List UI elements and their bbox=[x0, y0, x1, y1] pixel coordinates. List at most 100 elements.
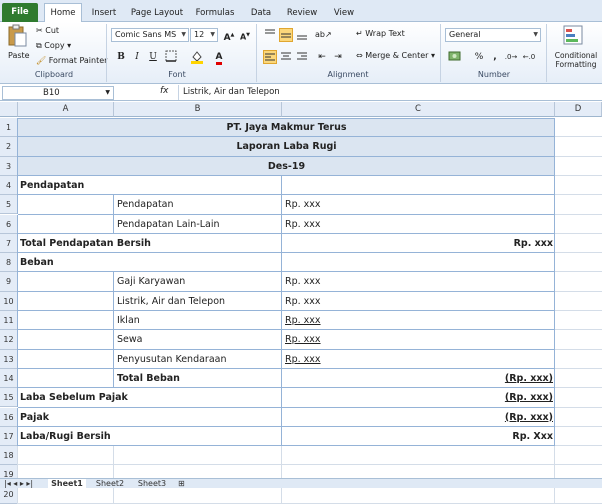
row-header[interactable]: 15 bbox=[0, 388, 18, 408]
row-header[interactable]: 7 bbox=[0, 233, 18, 254]
row-header[interactable]: 12 bbox=[0, 330, 18, 350]
row-header[interactable]: 2 bbox=[0, 137, 18, 157]
tab-home[interactable]: Home bbox=[44, 3, 82, 23]
grid-line bbox=[17, 233, 18, 254]
cell-c[interactable]: Rp. xxx bbox=[285, 292, 553, 311]
tab-review[interactable]: Review bbox=[284, 4, 320, 22]
merged-title-cell[interactable]: Laporan Laba Rugi bbox=[18, 137, 555, 156]
row-header[interactable]: 5 bbox=[0, 195, 18, 215]
row-header[interactable]: 6 bbox=[0, 214, 18, 234]
tab-formulas[interactable]: Formulas bbox=[194, 4, 236, 22]
align-top-icon[interactable] bbox=[263, 28, 277, 42]
shrink-font-button[interactable]: A▼ bbox=[238, 28, 252, 42]
cell-c[interactable]: Rp. xxx bbox=[285, 272, 553, 291]
column-header-b[interactable]: B bbox=[114, 102, 282, 117]
row-header[interactable]: 3 bbox=[0, 156, 18, 176]
font-color-icon[interactable]: A bbox=[212, 50, 226, 65]
increase-indent-icon[interactable]: ⇥ bbox=[331, 50, 345, 64]
row-header[interactable]: 14 bbox=[0, 368, 18, 389]
cell-c[interactable]: Rp. Xxx bbox=[284, 427, 553, 446]
cell-b[interactable]: Total Beban bbox=[117, 369, 280, 388]
name-box[interactable]: B10 ▼ bbox=[2, 86, 114, 100]
wrap-text-button[interactable]: ↵ Wrap Text bbox=[356, 29, 405, 38]
tab-file[interactable]: File bbox=[2, 3, 38, 22]
border-icon[interactable] bbox=[164, 50, 178, 64]
cell-b[interactable]: Penyusutan Kendaraan bbox=[117, 350, 280, 369]
align-right-icon[interactable] bbox=[295, 50, 309, 64]
format-painter-button[interactable]: 🖌 Format Painter bbox=[36, 56, 107, 65]
row-header[interactable]: 13 bbox=[0, 349, 18, 369]
cell-c[interactable]: Rp. xxx bbox=[284, 234, 553, 253]
chevron-down-icon: ▼ bbox=[533, 31, 538, 38]
cell-b[interactable]: Listrik, Air dan Telepon bbox=[117, 292, 280, 311]
cell-a[interactable]: Total Pendapatan Bersih bbox=[20, 234, 280, 253]
row-header[interactable]: 4 bbox=[0, 175, 18, 196]
cell-a[interactable]: Pendapatan bbox=[20, 176, 280, 195]
fill-color-icon[interactable] bbox=[190, 50, 204, 64]
decrease-indent-icon[interactable]: ⇤ bbox=[315, 50, 329, 64]
row-header[interactable]: 11 bbox=[0, 311, 18, 331]
row-header[interactable]: 8 bbox=[0, 253, 18, 273]
align-left-icon[interactable] bbox=[263, 50, 277, 64]
cell-b[interactable]: Gaji Karyawan bbox=[117, 272, 280, 291]
cell-a[interactable]: Pajak bbox=[20, 408, 280, 427]
cell-c[interactable]: (Rp. xxx) bbox=[284, 388, 553, 407]
select-all-corner[interactable] bbox=[0, 102, 18, 117]
cell-b[interactable]: Pendapatan Lain-Lain bbox=[117, 215, 280, 234]
copy-button[interactable]: ⧉ Copy ▾ bbox=[36, 41, 71, 51]
cell-c[interactable]: Rp. xxx bbox=[285, 350, 553, 369]
paste-button[interactable] bbox=[6, 24, 28, 48]
font-name-select[interactable]: Comic Sans MS ▼ bbox=[111, 28, 189, 42]
align-bottom-icon[interactable] bbox=[295, 28, 309, 42]
percent-button[interactable]: % bbox=[472, 50, 486, 64]
cell-c[interactable]: Rp. xxx bbox=[285, 215, 553, 234]
grow-font-button[interactable]: A▲ bbox=[222, 28, 236, 43]
conditional-formatting-button[interactable]: Conditional Formatting bbox=[551, 51, 601, 69]
tab-page-layout[interactable]: Page Layout bbox=[128, 4, 186, 22]
number-format-select[interactable]: General ▼ bbox=[445, 28, 541, 42]
paste-label[interactable]: Paste bbox=[8, 51, 30, 60]
italic-button[interactable]: I bbox=[130, 50, 144, 64]
fx-icon[interactable]: fx bbox=[160, 86, 169, 96]
underline-button[interactable]: U bbox=[146, 50, 160, 64]
cell-c[interactable]: Rp. xxx bbox=[285, 311, 553, 330]
cell-b[interactable]: Sewa bbox=[117, 330, 280, 349]
column-header-d[interactable]: D bbox=[555, 102, 602, 117]
tab-data[interactable]: Data bbox=[246, 4, 276, 22]
formula-input[interactable]: Listrik, Air dan Telepon bbox=[178, 85, 602, 100]
cell-c[interactable]: Rp. xxx bbox=[285, 195, 553, 214]
cut-button[interactable]: ✂ Cut bbox=[36, 26, 59, 35]
row-header[interactable]: 9 bbox=[0, 272, 18, 292]
bold-button[interactable]: B bbox=[114, 50, 128, 64]
cell-b[interactable]: Iklan bbox=[117, 311, 280, 330]
align-middle-icon[interactable] bbox=[279, 28, 293, 42]
cell-b[interactable]: Pendapatan bbox=[117, 195, 280, 214]
grid-line bbox=[555, 387, 602, 389]
tab-view[interactable]: View bbox=[330, 4, 358, 22]
font-size-select[interactable]: 12 ▼ bbox=[190, 28, 218, 42]
conditional-formatting-icon[interactable] bbox=[562, 24, 584, 48]
row-header[interactable]: 16 bbox=[0, 407, 18, 427]
column-header-c[interactable]: C bbox=[282, 102, 555, 117]
cell-a[interactable]: Laba/Rugi Bersih bbox=[20, 427, 280, 446]
merged-title-cell[interactable]: PT. Jaya Makmur Terus bbox=[18, 118, 555, 137]
row-header[interactable]: 10 bbox=[0, 291, 18, 311]
cell-a[interactable]: Beban bbox=[20, 253, 280, 272]
row-header[interactable]: 18 bbox=[0, 446, 18, 466]
decrease-decimal-icon[interactable]: ←.0 bbox=[522, 50, 536, 64]
align-center-icon[interactable] bbox=[279, 50, 293, 64]
orientation-icon[interactable]: ab↗ bbox=[315, 28, 332, 42]
merge-center-button[interactable]: ⇔ Merge & Center ▾ bbox=[356, 51, 435, 60]
row-header[interactable]: 17 bbox=[0, 426, 18, 447]
cell-a[interactable]: Laba Sebelum Pajak bbox=[20, 388, 280, 407]
cell-c[interactable]: Rp. xxx bbox=[285, 330, 553, 349]
cell-c[interactable]: (Rp. xxx) bbox=[284, 369, 553, 388]
comma-button[interactable]: , bbox=[488, 50, 502, 64]
increase-decimal-icon[interactable]: .0→ bbox=[504, 50, 518, 64]
column-header-a[interactable]: A bbox=[18, 102, 114, 117]
tab-insert[interactable]: Insert bbox=[88, 4, 120, 22]
merged-title-cell[interactable]: Des-19 bbox=[18, 157, 555, 176]
cell-c[interactable]: (Rp. xxx) bbox=[284, 408, 553, 427]
currency-icon[interactable] bbox=[448, 50, 462, 64]
row-header[interactable]: 1 bbox=[0, 118, 18, 138]
